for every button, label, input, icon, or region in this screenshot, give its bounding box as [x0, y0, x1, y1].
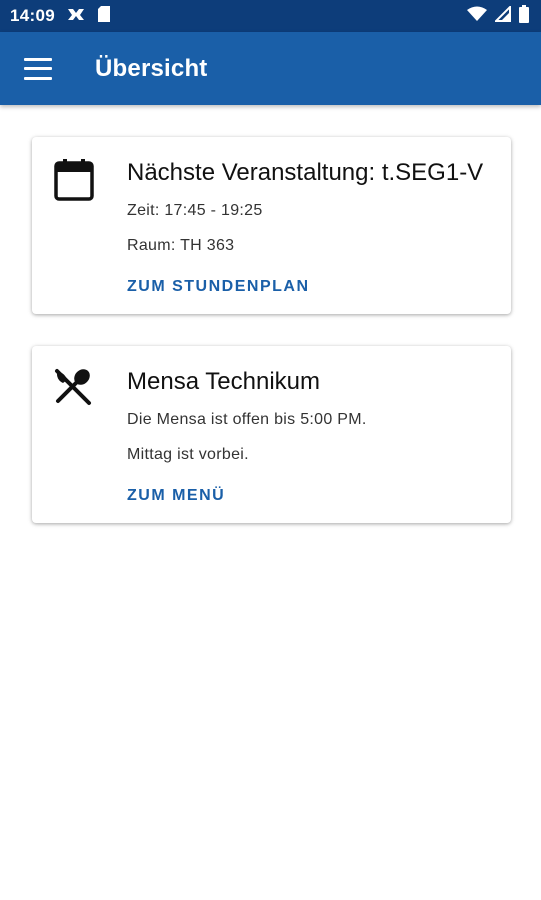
next-event-title: Nächste Veranstaltung: t.SEG1-V — [127, 159, 484, 186]
status-bar: 14:09 — [0, 0, 541, 32]
menu-button[interactable]: ZUM MENÜ — [127, 487, 225, 505]
next-event-time: Zeit: 17:45 - 19:25 — [127, 202, 263, 219]
cutlery-icon — [54, 366, 96, 505]
mensa-opening-hours: Die Mensa ist offen bis 5:00 PM. — [127, 411, 367, 428]
status-right — [467, 4, 529, 28]
next-event-body: Nächste Veranstaltung: t.SEG1-V Zeit: 17… — [127, 157, 491, 296]
status-time: 14:09 — [10, 6, 55, 25]
notification-app-icon — [67, 6, 85, 26]
mensa-lunch-status: Mittag ist vorbei. — [127, 446, 249, 463]
main-content: Nächste Veranstaltung: t.SEG1-V Zeit: 17… — [0, 105, 541, 523]
schedule-button[interactable]: ZUM STUNDENPLAN — [127, 278, 310, 296]
status-left: 14:09 — [10, 5, 111, 28]
hamburger-menu-icon[interactable] — [24, 57, 52, 80]
mensa-title: Mensa Technikum — [127, 368, 320, 395]
sd-card-icon — [97, 5, 111, 28]
page-title: Übersicht — [95, 54, 208, 82]
mensa-body: Mensa Technikum Die Mensa ist offen bis … — [127, 366, 491, 505]
app-bar: Übersicht — [0, 32, 541, 105]
mensa-card: Mensa Technikum Die Mensa ist offen bis … — [32, 346, 511, 523]
next-event-card: Nächste Veranstaltung: t.SEG1-V Zeit: 17… — [32, 137, 511, 314]
wifi-icon — [467, 6, 487, 27]
next-event-room: Raum: TH 363 — [127, 237, 235, 254]
battery-icon — [519, 4, 529, 28]
signal-icon — [493, 4, 511, 27]
calendar-icon — [54, 157, 96, 296]
